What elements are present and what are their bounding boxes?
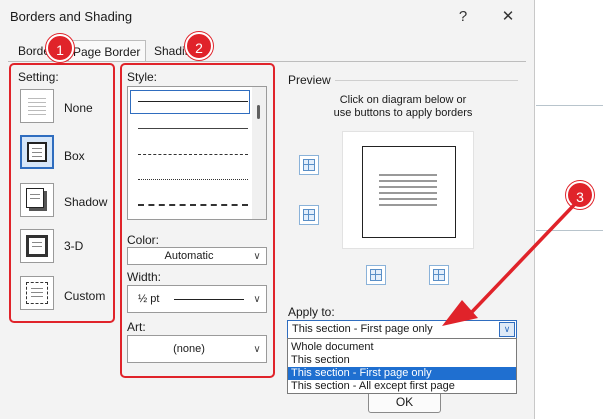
annotation-arrow [442, 203, 576, 326]
